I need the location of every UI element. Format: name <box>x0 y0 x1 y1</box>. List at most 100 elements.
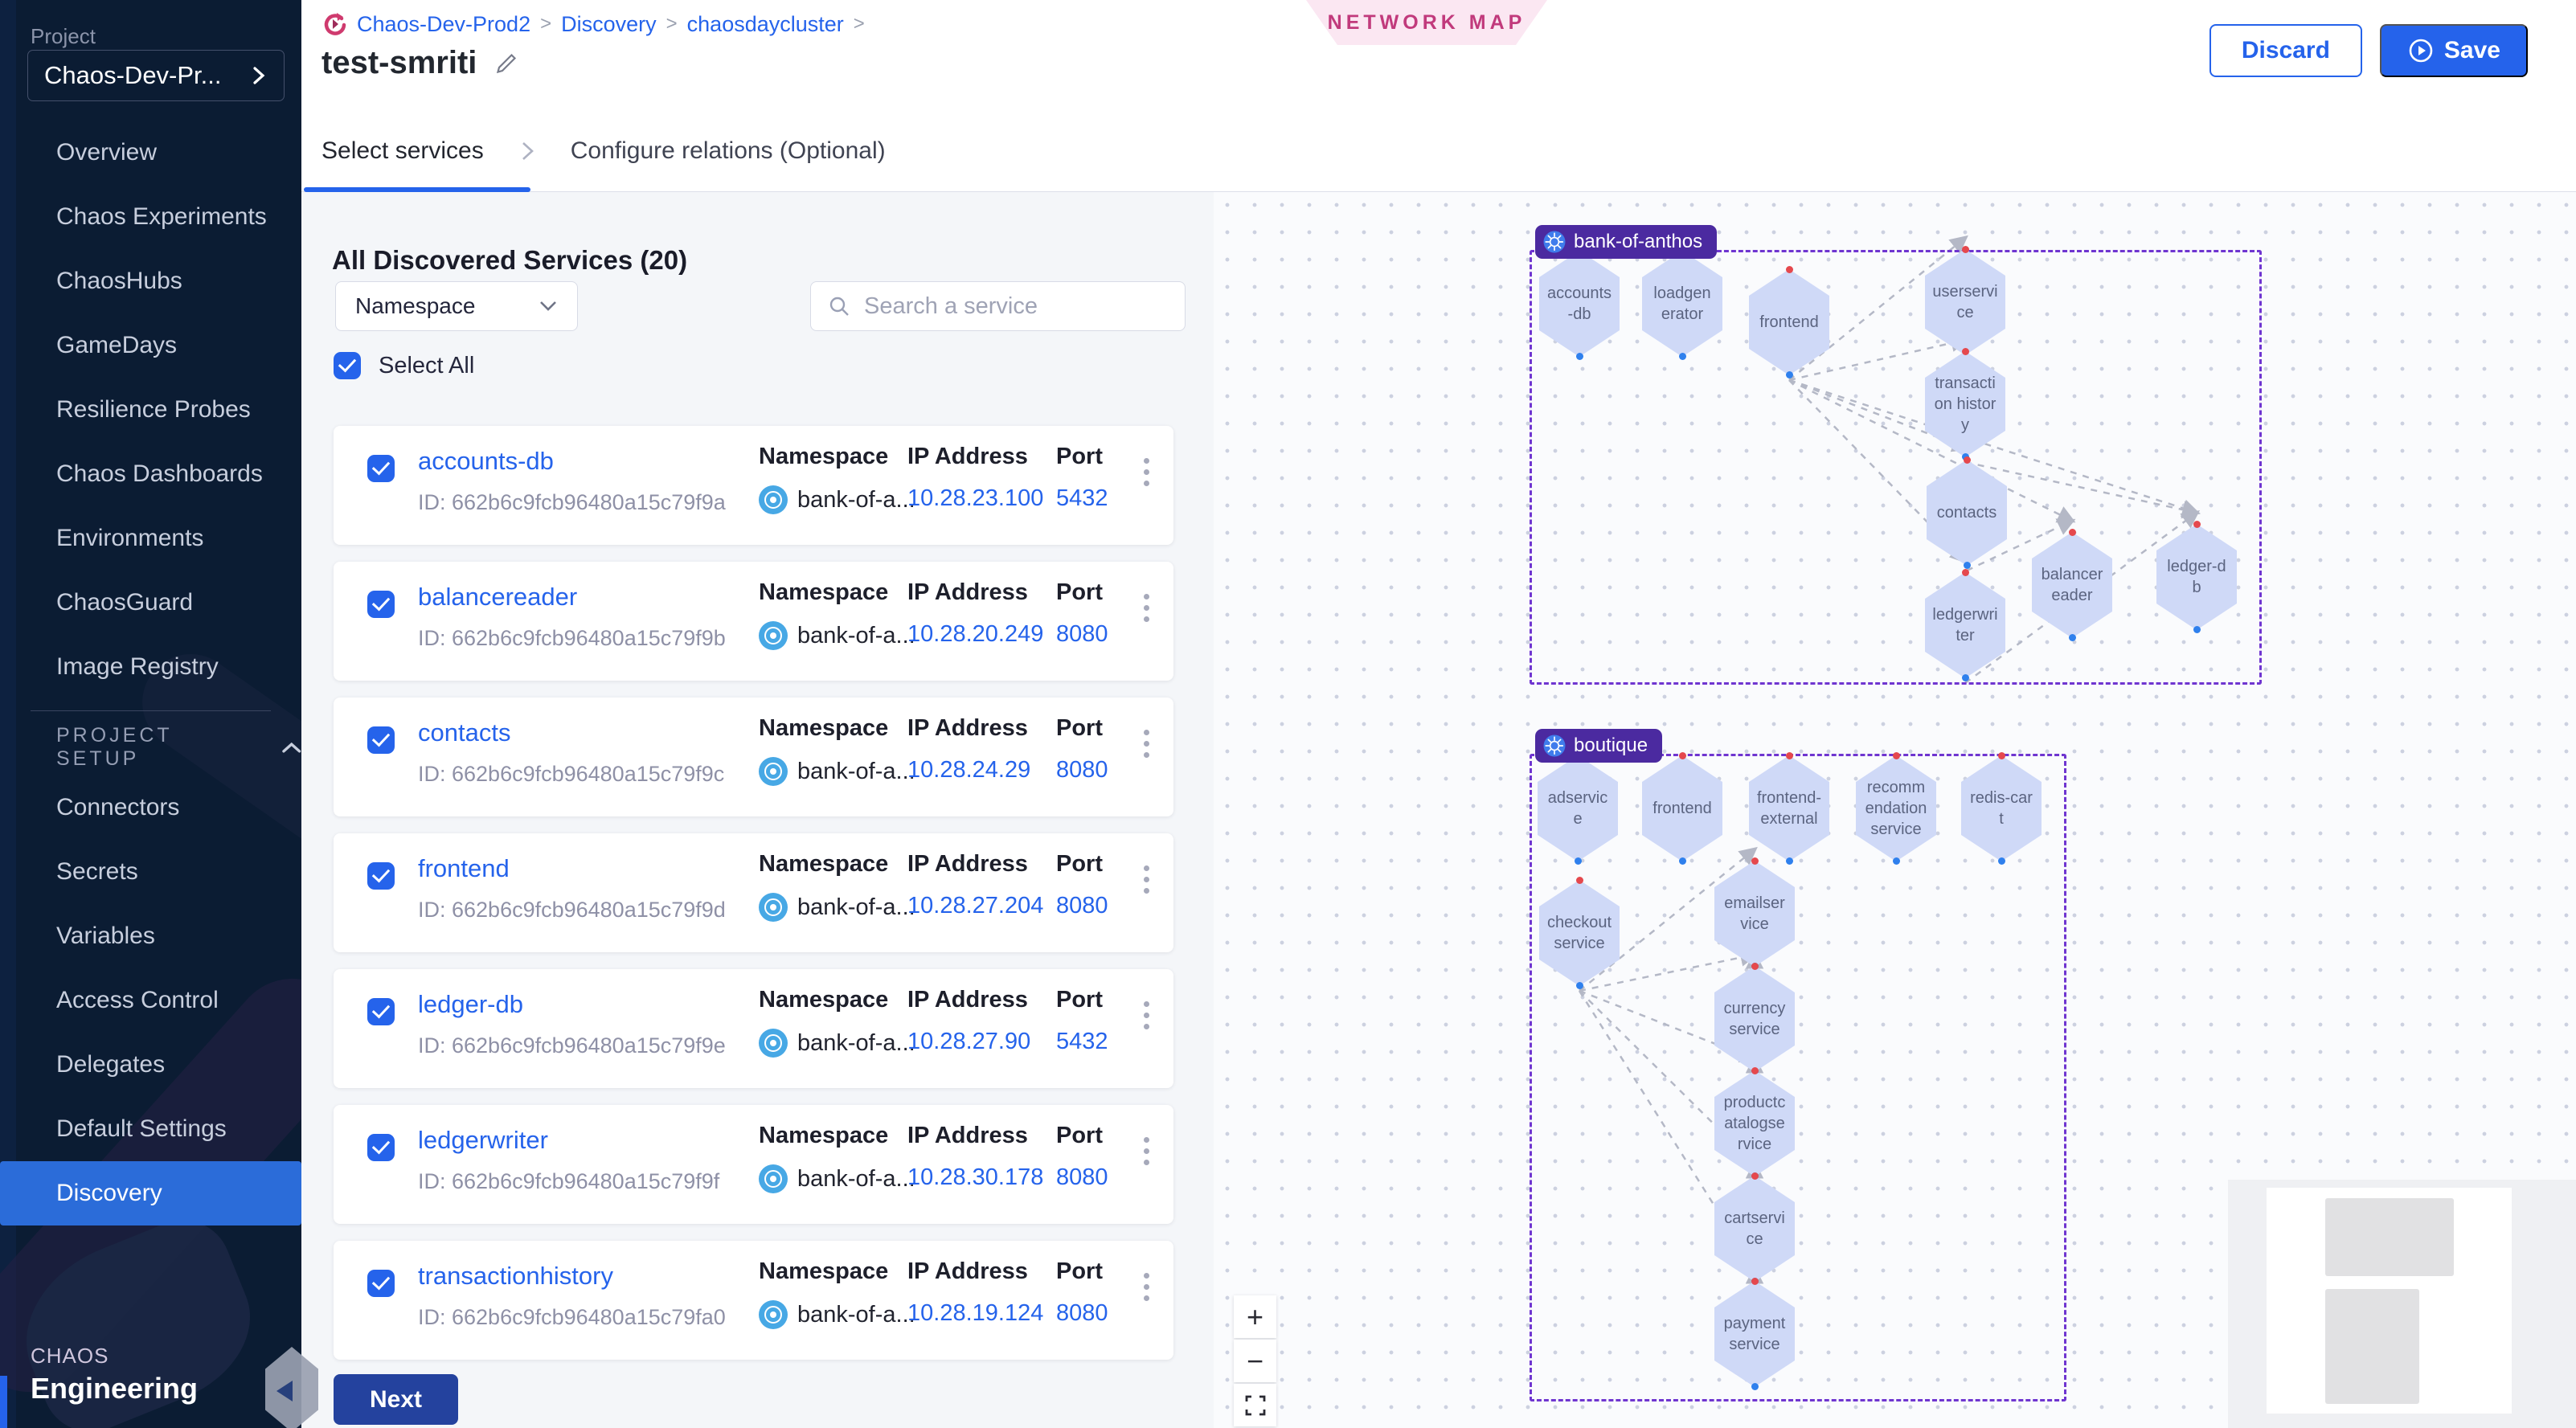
minimap[interactable] <box>2267 1188 2512 1414</box>
service-checkbox[interactable] <box>367 1270 395 1297</box>
service-namespace: bank-of-a... <box>759 485 915 514</box>
namespace-badge-label: bank-of-anthos <box>1574 231 1702 253</box>
service-node-label: recommendationservice <box>1856 755 1936 861</box>
breadcrumb-link-chaos-dev-prod2[interactable]: Chaos-Dev-Prod2 <box>357 12 530 37</box>
kebab-menu-icon[interactable] <box>1139 589 1154 627</box>
service-node-redis-cart[interactable]: redis-cart <box>1961 755 2042 861</box>
kebab-menu-icon[interactable] <box>1139 725 1154 763</box>
service-node-frontend[interactable]: frontend <box>1642 755 1722 861</box>
column-header-port: Port <box>1056 1123 1103 1149</box>
service-name-link[interactable]: ledgerwriter <box>418 1126 548 1155</box>
service-node-paymentservice[interactable]: paymentservice <box>1714 1281 1795 1387</box>
zoom-in-button[interactable]: + <box>1234 1295 1276 1338</box>
egress-port-dot <box>1576 982 1583 989</box>
project-selector[interactable]: Chaos-Dev-Pr... <box>27 50 285 101</box>
fullscreen-button[interactable] <box>1234 1384 1276 1426</box>
sidebar-item-chaos-experiments[interactable]: Chaos Experiments <box>0 185 301 249</box>
kebab-menu-icon[interactable] <box>1139 996 1154 1034</box>
service-checkbox[interactable] <box>367 1134 395 1161</box>
service-node-frontend-external[interactable]: frontend-external <box>1749 755 1829 861</box>
column-header-ip-address: IP Address <box>907 1123 1028 1149</box>
service-node-emailservice[interactable]: emailservice <box>1714 861 1795 967</box>
breadcrumb-link-chaosdaycluster[interactable]: chaosdaycluster <box>687 12 844 37</box>
sidebar-item-default-settings[interactable]: Default Settings <box>0 1097 301 1161</box>
sidebar-divider <box>31 710 271 711</box>
service-node-ledgerwriter[interactable]: ledgerwriter <box>1925 572 2005 678</box>
column-header-ip-address: IP Address <box>907 579 1028 606</box>
sidebar-item-image-registry[interactable]: Image Registry <box>0 635 301 699</box>
sidebar-item-discovery[interactable]: Discovery <box>0 1161 301 1225</box>
kebab-menu-icon[interactable] <box>1139 861 1154 898</box>
kebab-menu-icon[interactable] <box>1139 453 1154 491</box>
service-checkbox[interactable] <box>367 726 395 754</box>
zoom-out-button[interactable]: − <box>1234 1340 1276 1382</box>
kubernetes-icon <box>1543 734 1566 757</box>
namespace-icon <box>759 893 788 922</box>
ingress-port-dot <box>1962 348 1969 355</box>
sidebar-collapse-icon[interactable] <box>276 1381 293 1401</box>
sidebar-item-variables[interactable]: Variables <box>0 904 301 968</box>
service-node-loadgenerator[interactable]: loadgenerator <box>1642 251 1722 357</box>
service-node-recommendationservice[interactable]: recommendationservice <box>1856 755 1936 861</box>
sidebar-item-delegates[interactable]: Delegates <box>0 1033 301 1097</box>
namespace-badge-label: boutique <box>1574 734 1648 757</box>
service-node-label: contacts <box>1927 460 2007 566</box>
service-node-adservice[interactable]: adservice <box>1538 755 1618 861</box>
service-namespace: bank-of-a... <box>759 757 915 786</box>
namespace-filter-dropdown[interactable]: Namespace <box>335 281 578 331</box>
namespace-badge-boutique: boutique <box>1535 729 1662 763</box>
service-card: balancereaderID: 662b6c9fcb96480a15c79f9… <box>334 562 1173 681</box>
next-button[interactable]: Next <box>334 1374 458 1425</box>
service-node-cartservice[interactable]: cartservice <box>1714 1176 1795 1282</box>
sidebar-item-access-control[interactable]: Access Control <box>0 968 301 1033</box>
sidebar-item-secrets[interactable]: Secrets <box>0 840 301 904</box>
service-checkbox[interactable] <box>367 998 395 1025</box>
breadcrumb-link-discovery[interactable]: Discovery <box>561 12 657 37</box>
service-checkbox[interactable] <box>367 455 395 482</box>
edit-title-icon[interactable] <box>494 51 518 76</box>
sidebar-item-chaoshubs[interactable]: ChaosHubs <box>0 249 301 313</box>
service-node-checkoutservice[interactable]: checkoutservice <box>1539 880 1620 986</box>
tab-select-services[interactable]: Select services <box>321 137 484 165</box>
service-name-link[interactable]: ledger-db <box>418 990 523 1019</box>
service-node-transactionhistory[interactable]: transaction history <box>1925 351 2005 457</box>
tab-configure-relations[interactable]: Configure relations (Optional) <box>571 137 886 165</box>
service-node-frontend[interactable]: frontend <box>1749 269 1829 375</box>
namespace-value: bank-of-a... <box>797 1166 915 1193</box>
network-map-canvas[interactable]: + − bank-of-anthosaccounts-db loadgenerat… <box>1214 191 2576 1428</box>
kebab-menu-icon[interactable] <box>1139 1268 1154 1306</box>
service-node-userservice[interactable]: userservice <box>1925 249 2005 355</box>
service-checkbox[interactable] <box>367 862 395 890</box>
namespace-value: bank-of-a... <box>797 487 915 514</box>
service-node-productcatalogservice[interactable]: productcatalogservice <box>1714 1070 1795 1176</box>
chevron-right-icon <box>516 140 539 162</box>
service-name-link[interactable]: contacts <box>418 718 510 747</box>
service-node-ledger-db[interactable]: ledger-db <box>2156 524 2237 630</box>
chevron-down-icon <box>539 300 558 313</box>
discard-button[interactable]: Discard <box>2209 24 2362 77</box>
sidebar-item-resilience-probes[interactable]: Resilience Probes <box>0 378 301 442</box>
select-all-checkbox[interactable] <box>334 352 361 379</box>
sidebar-item-gamedays[interactable]: GameDays <box>0 313 301 378</box>
sidebar-item-chaosguard[interactable]: ChaosGuard <box>0 571 301 635</box>
service-node-label: frontend <box>1642 755 1722 861</box>
service-name-link[interactable]: transactionhistory <box>418 1262 613 1291</box>
service-name-link[interactable]: frontend <box>418 854 510 883</box>
service-node-accounts-db[interactable]: accounts-db <box>1539 251 1620 357</box>
search-input[interactable] <box>862 293 1169 321</box>
service-name-link[interactable]: accounts-db <box>418 447 554 476</box>
header: Chaos-Dev-Prod2>Discovery>chaosdaycluste… <box>301 0 2576 112</box>
save-button[interactable]: Save <box>2380 24 2528 77</box>
service-node-balancereader[interactable]: balancereader <box>2032 532 2112 638</box>
sidebar-item-chaos-dashboards[interactable]: Chaos Dashboards <box>0 442 301 506</box>
sidebar-item-environments[interactable]: Environments <box>0 506 301 571</box>
sidebar-item-connectors[interactable]: Connectors <box>0 775 301 840</box>
service-name-link[interactable]: balancereader <box>418 583 577 612</box>
service-checkbox[interactable] <box>367 591 395 618</box>
service-node-label: userservice <box>1925 249 2005 355</box>
play-circle-icon <box>2407 37 2435 64</box>
sidebar-item-overview[interactable]: Overview <box>0 121 301 185</box>
service-node-contacts[interactable]: contacts <box>1927 460 2007 566</box>
kebab-menu-icon[interactable] <box>1139 1132 1154 1170</box>
service-node-currencyservice[interactable]: currencyservice <box>1714 966 1795 1072</box>
